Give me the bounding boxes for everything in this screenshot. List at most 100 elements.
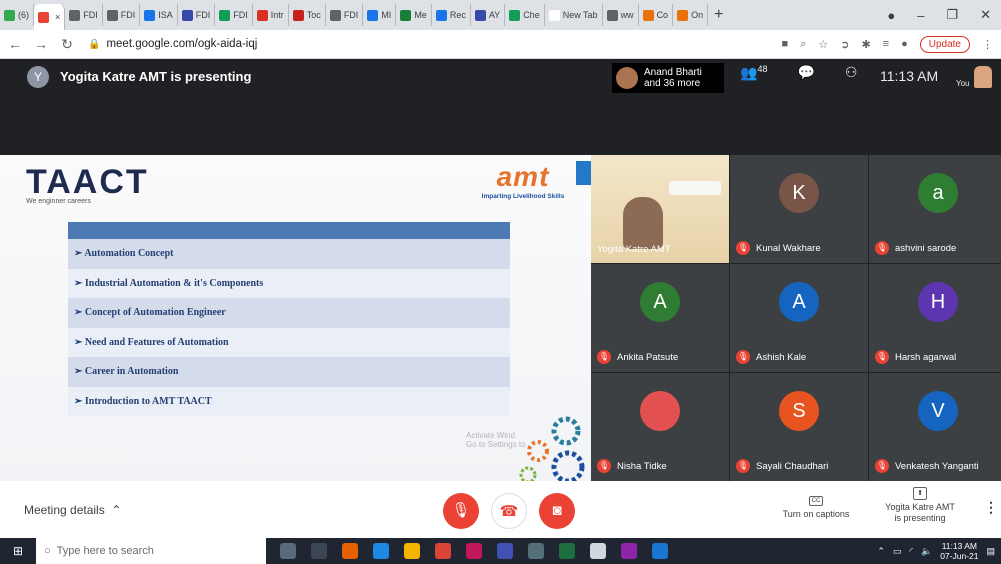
- app-icon-1[interactable]: [466, 543, 482, 559]
- participant-tile[interactable]: V 🎙 Venkatesh Yanganti: [869, 373, 1001, 481]
- tab-close-icon[interactable]: ×: [55, 12, 60, 22]
- extension-icon[interactable]: ➲: [840, 38, 849, 51]
- browser-tab[interactable]: AY: [471, 4, 506, 26]
- notification-icon[interactable]: ▤: [986, 546, 995, 557]
- tab-favicon-icon: [144, 9, 156, 21]
- reload-icon[interactable]: ↻: [56, 36, 78, 53]
- participant-tile[interactable]: a 🎙 ashvini sarode: [869, 155, 1001, 263]
- participant-avatar: A: [779, 282, 819, 322]
- browser-tab[interactable]: FDI: [215, 4, 253, 26]
- more-options-icon[interactable]: ⋮: [984, 499, 998, 516]
- browser-tab[interactable]: FDI: [103, 4, 141, 26]
- tray-clock[interactable]: 11:13 AM 07-Jun-21: [940, 541, 978, 561]
- participant-name-row: 🎙 ashvini sarode: [875, 241, 956, 255]
- chat-icon[interactable]: 💬: [797, 64, 814, 81]
- photos-icon[interactable]: [590, 543, 606, 559]
- edge-icon[interactable]: [373, 543, 389, 559]
- browser-tab[interactable]: ×: [34, 4, 66, 30]
- participant-tile[interactable]: A 🎙 Ankita Patsute: [591, 264, 729, 372]
- update-button[interactable]: Update: [919, 35, 970, 53]
- minimize-icon[interactable]: –: [917, 8, 924, 23]
- amt-tagline: Imparting Livelihood Skills: [481, 193, 565, 200]
- participant-tile[interactable]: 🎙 Nisha Tidke: [591, 373, 729, 481]
- amt-logo-text: amt: [496, 161, 550, 192]
- volume-icon[interactable]: 🔈: [921, 546, 932, 557]
- zoom-icon[interactable]: ⌕: [800, 38, 806, 51]
- puzzle-icon[interactable]: ✱: [861, 38, 870, 51]
- browser-tab[interactable]: New Tab: [545, 4, 603, 26]
- camera-person: [623, 197, 663, 249]
- profile-avatar-icon[interactable]: ●: [901, 38, 908, 50]
- browser-tab[interactable]: Me: [396, 4, 432, 26]
- reading-list-icon[interactable]: ≡: [883, 38, 889, 50]
- participant-tile[interactable]: K 🎙 Kunal Wakhare: [730, 155, 868, 263]
- self-view[interactable]: You: [956, 66, 992, 88]
- participant-name: Kunal Wakhare: [756, 242, 821, 254]
- file-explorer-icon[interactable]: [404, 543, 420, 559]
- wifi-icon[interactable]: ◜: [909, 546, 913, 557]
- meeting-details-button[interactable]: Meeting details ⌃: [24, 503, 121, 517]
- forward-icon[interactable]: →: [30, 36, 52, 52]
- taskbar-search-box[interactable]: ○ Type here to search: [36, 538, 266, 564]
- record-indicator-icon[interactable]: ●: [887, 8, 895, 23]
- excel-icon[interactable]: [559, 543, 575, 559]
- url-field[interactable]: 🔒 meet.google.com/ogk-aida-iqj: [88, 38, 257, 50]
- participant-name: ashvini sarode: [895, 242, 957, 254]
- browser-tab[interactable]: MI: [363, 4, 397, 26]
- camera-toggle-button[interactable]: ◙: [539, 493, 575, 529]
- mic-app-icon[interactable]: [280, 543, 296, 559]
- firefox-icon[interactable]: [342, 543, 358, 559]
- participant-avatar: a: [918, 173, 958, 213]
- bookmark-star-icon[interactable]: ☆: [818, 38, 828, 51]
- mic-toggle-button[interactable]: 🎙: [443, 493, 479, 529]
- tab-label: Me: [414, 10, 427, 20]
- activities-icon[interactable]: ⚇: [845, 64, 858, 81]
- people-button[interactable]: 👥48: [740, 64, 767, 82]
- participant-tile[interactable]: A 🎙 Ashish Kale: [730, 264, 868, 372]
- browser-tab[interactable]: Co: [639, 4, 674, 26]
- participant-tile[interactable]: Yogita Katre AMT: [591, 155, 729, 263]
- tab-favicon-icon: [181, 9, 193, 21]
- tab-label: FDI: [233, 10, 248, 20]
- browser-tab[interactable]: Rec: [432, 4, 471, 26]
- people-chip-line2: and 36 more: [644, 78, 701, 89]
- chrome-icon[interactable]: [435, 543, 451, 559]
- tray-chevron-icon[interactable]: ⌃: [877, 546, 885, 557]
- slide-topic-item: ➢ Need and Features of Automation: [68, 327, 510, 357]
- present-now-button[interactable]: ⬆ Yogita Katre AMT is presenting: [880, 487, 960, 524]
- participants-count: 48: [757, 64, 768, 74]
- people-chip[interactable]: Anand Bharti and 36 more: [612, 63, 724, 93]
- tray-date: 07-Jun-21: [940, 551, 979, 561]
- window-controls: ● – ❐ ✕: [887, 7, 1001, 23]
- browser-tab[interactable]: FDI: [326, 4, 364, 26]
- camera-indicator-icon[interactable]: ■: [782, 38, 789, 50]
- back-icon[interactable]: ←: [4, 36, 26, 52]
- browser-tab[interactable]: Toc: [289, 4, 326, 26]
- participant-tile[interactable]: S 🎙 Sayali Chaudhari: [730, 373, 868, 481]
- browser-tab[interactable]: ww: [603, 4, 639, 26]
- app-icon-3[interactable]: [528, 543, 544, 559]
- task-view-icon[interactable]: [311, 543, 327, 559]
- browser-tab[interactable]: FDI: [178, 4, 216, 26]
- new-tab-button[interactable]: +: [714, 6, 723, 24]
- browser-tab[interactable]: On: [673, 4, 709, 26]
- browser-menu-icon[interactable]: ⋮: [982, 38, 993, 51]
- battery-icon[interactable]: ▭: [893, 546, 902, 557]
- browser-tab[interactable]: Intr: [253, 4, 289, 26]
- mic-muted-icon: 🎙: [875, 241, 889, 255]
- participant-tile[interactable]: H 🎙 Harsh agarwal: [869, 264, 1001, 372]
- app-icon-5[interactable]: [652, 543, 668, 559]
- leave-call-button[interactable]: ☎: [491, 493, 527, 529]
- browser-tab[interactable]: (6): [0, 4, 34, 26]
- restore-icon[interactable]: ❐: [946, 7, 958, 23]
- captions-button[interactable]: CC Turn on captions: [780, 494, 852, 519]
- browser-tab[interactable]: FDI: [65, 4, 103, 26]
- tab-favicon-icon: [292, 9, 304, 21]
- presenting-title: Yogita Katre AMT is presenting: [60, 69, 252, 84]
- app-icon-4[interactable]: [621, 543, 637, 559]
- browser-tab[interactable]: Che: [505, 4, 545, 26]
- app-icon-2[interactable]: [497, 543, 513, 559]
- close-window-icon[interactable]: ✕: [980, 7, 991, 23]
- browser-tab[interactable]: ISA: [140, 4, 178, 26]
- windows-start-icon[interactable]: ⊞: [0, 544, 36, 558]
